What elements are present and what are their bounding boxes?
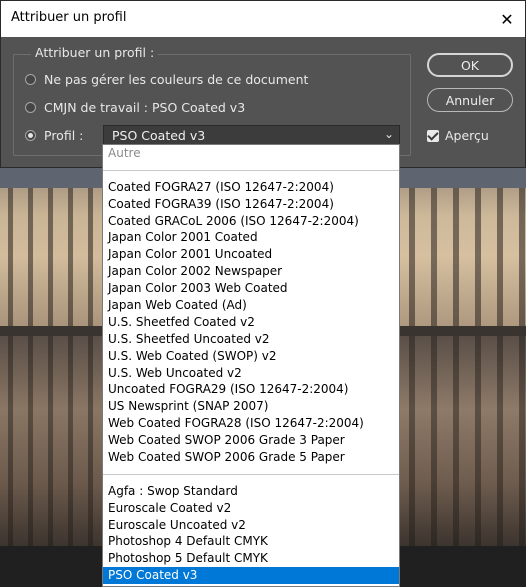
reflection-right: [400, 336, 526, 546]
dropdown-item-disabled: Autre: [108, 146, 141, 160]
dropdown-item[interactable]: Web Coated FOGRA28 (ISO 12647-2:2004): [103, 415, 399, 432]
dialog-titlebar: Attribuer un profil ✕: [1, 1, 525, 37]
ok-button[interactable]: OK: [427, 53, 513, 77]
preview-toggle[interactable]: Aperçu: [427, 128, 489, 143]
option-working-cmyk[interactable]: CMJN de travail : PSO Coated v3: [25, 100, 245, 115]
dropdown-separator: [103, 162, 399, 179]
cancel-button[interactable]: Annuler: [427, 88, 513, 112]
dropdown-separator: [103, 466, 399, 483]
roof-right: [400, 168, 526, 188]
dropdown-item[interactable]: Coated FOGRA39 (ISO 12647-2:2004): [103, 196, 399, 213]
preview-label: Aperçu: [445, 128, 489, 143]
group-label: Attribuer un profil :: [31, 45, 159, 60]
dropdown-item[interactable]: Japan Color 2003 Web Coated: [103, 280, 399, 297]
option-profile[interactable]: Profil :: [25, 128, 83, 143]
option-label: Ne pas gérer les couleurs de ce document: [44, 72, 309, 87]
dropdown-item[interactable]: Euroscale Coated v2: [103, 500, 399, 517]
option-dont-manage[interactable]: Ne pas gérer les couleurs de ce document: [25, 72, 308, 87]
option-label: CMJN de travail : PSO Coated v3: [44, 100, 246, 115]
dropdown-item[interactable]: Photoshop 5 Default CMYK: [103, 550, 399, 567]
dropdown-item[interactable]: Uncoated FOGRA29 (ISO 12647-2:2004): [103, 381, 399, 398]
option-label: Profil :: [44, 128, 84, 143]
dialog-title: Attribuer un profil: [11, 10, 127, 25]
dropdown-item[interactable]: Japan Color 2001 Uncoated: [103, 246, 399, 263]
dropdown-item[interactable]: Japan Color 2002 Newspaper: [103, 263, 399, 280]
dropdown-item[interactable]: Web Coated SWOP 2006 Grade 5 Paper: [103, 449, 399, 466]
dropdown-item[interactable]: U.S. Sheetfed Coated v2: [103, 314, 399, 331]
dropdown-item[interactable]: Web Coated SWOP 2006 Grade 3 Paper: [103, 432, 399, 449]
close-icon: ✕: [500, 9, 514, 29]
dropdown-item[interactable]: U.S. Web Uncoated v2: [103, 365, 399, 382]
assign-profile-dialog: Attribuer un profil ✕ Attribuer un profi…: [0, 0, 526, 168]
dropdown-item-selected[interactable]: PSO Coated v3: [103, 567, 399, 585]
building-right: [400, 168, 526, 328]
dropdown-item[interactable]: Euroscale Uncoated v2: [103, 517, 399, 534]
dropdown-item[interactable]: US Newsprint (SNAP 2007): [103, 398, 399, 415]
dropdown-item[interactable]: Coated FOGRA27 (ISO 12647-2:2004): [103, 179, 399, 196]
dropdown-item[interactable]: Agfa : Swop Standard: [103, 483, 399, 500]
dropdown-item[interactable]: Japan Web Coated (Ad): [103, 297, 399, 314]
profile-select[interactable]: PSO Coated v3 ⌄: [103, 125, 400, 145]
dropdown-item[interactable]: Photoshop 4 Default CMYK: [103, 533, 399, 550]
radio-profile[interactable]: [25, 130, 36, 141]
profile-select-value: PSO Coated v3: [112, 128, 206, 143]
dropdown-item[interactable]: U.S. Web Coated (SWOP) v2: [103, 348, 399, 365]
radio-dont-manage[interactable]: [25, 74, 36, 85]
radio-working-cmyk[interactable]: [25, 102, 36, 113]
dropdown-item[interactable]: U.S. Sheetfed Uncoated v2: [103, 331, 399, 348]
profile-dropdown-list: Autre Coated FOGRA27 (ISO 12647-2:2004) Co…: [102, 144, 400, 587]
chevron-down-icon: ⌄: [383, 127, 394, 141]
roof-left: [0, 168, 103, 188]
preview-checkbox[interactable]: [427, 129, 439, 142]
dropdown-item[interactable]: Japan Color 2001 Coated: [103, 229, 399, 246]
building-left: [0, 168, 103, 328]
reflection-left: [0, 336, 103, 546]
close-button[interactable]: ✕: [489, 1, 525, 37]
dropdown-item[interactable]: Coated GRACoL 2006 (ISO 12647-2:2004): [103, 213, 399, 230]
